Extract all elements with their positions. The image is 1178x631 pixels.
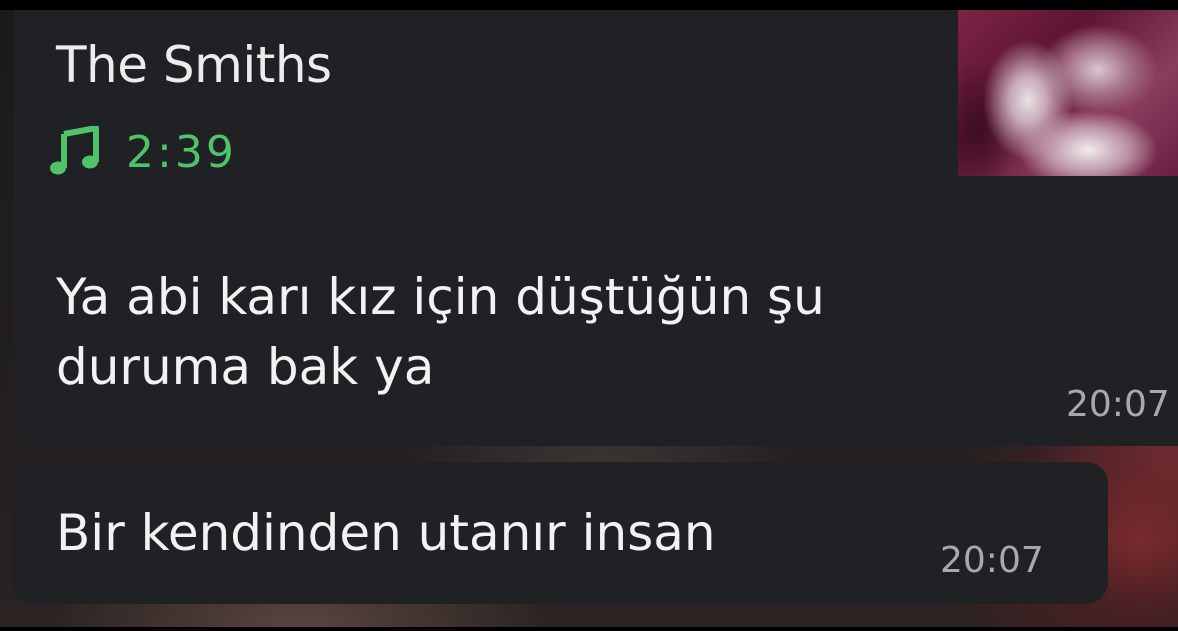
bottom-edge	[0, 627, 1178, 631]
music-note-icon	[50, 125, 106, 178]
top-edge	[0, 0, 1178, 10]
message-text-line: Ya abi karı kız için düştüğün şu	[56, 268, 825, 326]
message-text-line: duruma bak ya	[56, 338, 435, 396]
music-duration-row: 2:39	[50, 125, 237, 178]
album-art-thumbnail[interactable]	[958, 10, 1178, 176]
message-timestamp: 20:07	[1066, 384, 1170, 425]
message-timestamp: 20:07	[940, 540, 1044, 581]
message-text-line: Bir kendinden utanır insan	[56, 504, 716, 562]
music-duration: 2:39	[126, 126, 237, 178]
music-artist-title: The Smiths	[56, 36, 332, 94]
